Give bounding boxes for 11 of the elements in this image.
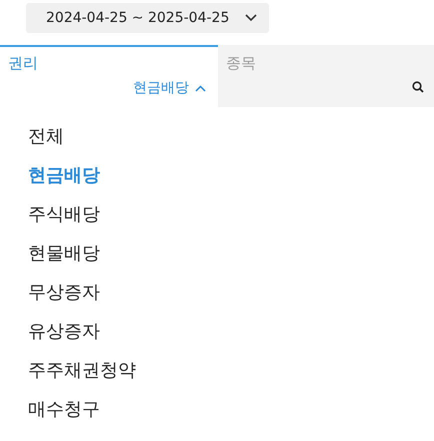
rights-filter-dropdown[interactable]: 현금배당 xyxy=(133,79,206,97)
date-range-dropdown[interactable]: 2024-04-25 ~ 2025-04-25 xyxy=(26,3,269,33)
dropdown-option[interactable]: 주주채권청약 xyxy=(28,357,136,384)
dropdown-option[interactable]: 유상증자 xyxy=(28,318,100,345)
dropdown-option[interactable]: 매수청구 xyxy=(28,396,100,423)
dropdown-option[interactable]: 무상증자 xyxy=(28,279,100,306)
dropdown-option[interactable]: 전체 xyxy=(28,123,64,150)
tab[interactable]: 권리 xyxy=(0,47,46,73)
dropdown-option[interactable]: 현물배당 xyxy=(28,240,100,267)
dropdown-option[interactable]: 주식배당 xyxy=(28,201,100,228)
dropdown-option[interactable]: 현금배당 xyxy=(28,162,100,189)
